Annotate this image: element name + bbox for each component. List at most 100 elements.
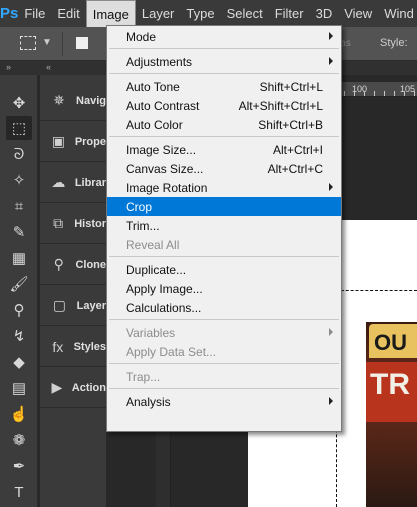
menu-item-label: Image Rotation bbox=[126, 180, 208, 195]
menu-item-label: Mode bbox=[126, 29, 157, 44]
submenu-arrow-icon bbox=[329, 32, 333, 40]
menu-3d[interactable]: 3D bbox=[310, 0, 339, 27]
menu-item-reveal-all: Reveal All bbox=[107, 235, 341, 254]
eraser-tool-icon[interactable]: ◆ bbox=[6, 350, 32, 374]
dock-clone-source[interactable]: ⚲ Clone bbox=[40, 245, 106, 285]
rectangular-marquee-tool-icon[interactable]: ⬚ bbox=[6, 116, 32, 140]
menu-edit[interactable]: Edit bbox=[51, 0, 85, 27]
menu-item-calculations[interactable]: Calculations... bbox=[107, 298, 341, 317]
actions-icon: ▶ bbox=[51, 379, 63, 395]
expand-toolbar-icon[interactable]: » bbox=[6, 62, 11, 72]
expand-dock-icon[interactable]: « bbox=[46, 62, 51, 72]
menu-separator bbox=[109, 136, 339, 137]
canvas-photo: OU TR bbox=[366, 322, 417, 507]
crop-tool-icon[interactable]: ⌗ bbox=[6, 194, 32, 218]
clone-stamp-tool-icon[interactable]: ⚲ bbox=[6, 298, 32, 322]
menu-separator bbox=[109, 388, 339, 389]
brush-tool-icon[interactable]: 🖌 bbox=[6, 272, 32, 296]
ruler-label: 105 bbox=[400, 84, 416, 94]
menu-layer[interactable]: Layer bbox=[136, 0, 181, 27]
menu-item-auto-color[interactable]: Auto Color Shift+Ctrl+B bbox=[107, 115, 341, 134]
dock-properties[interactable]: ▣ Prope bbox=[40, 122, 106, 162]
healing-brush-tool-icon[interactable]: ▦ bbox=[6, 246, 32, 270]
menu-item-trim[interactable]: Trim... bbox=[107, 216, 341, 235]
menu-item-auto-contrast[interactable]: Auto Contrast Alt+Shift+Ctrl+L bbox=[107, 96, 341, 115]
dock-label: Action bbox=[71, 381, 106, 394]
menu-item-shortcut: Alt+Ctrl+I bbox=[272, 142, 323, 157]
dock-styles[interactable]: fx Styles bbox=[40, 327, 106, 367]
styles-icon: fx bbox=[52, 338, 64, 355]
pen-tool-icon[interactable]: ✒ bbox=[6, 454, 32, 478]
menu-item-analysis[interactable]: Analysis bbox=[107, 392, 341, 411]
gradient-tool-icon[interactable]: ▤ bbox=[6, 376, 32, 400]
menu-item-shortcut: Shift+Ctrl+L bbox=[259, 79, 323, 94]
eyedropper-tool-icon[interactable]: ✎ bbox=[6, 220, 32, 244]
tools-panel: ✥ ⬚ ᘐ ✧ ⌗ ✎ ▦ 🖌 ⚲ ↯ ◆ ▤ ☝ ❁ ✒ T bbox=[0, 75, 38, 507]
menu-item-image-rotation[interactable]: Image Rotation bbox=[107, 178, 341, 197]
dock-history[interactable]: ⧉ Histor bbox=[40, 204, 106, 244]
submenu-arrow-icon bbox=[329, 328, 333, 336]
new-selection-icon[interactable] bbox=[76, 37, 88, 49]
smudge-tool-icon[interactable]: ☝ bbox=[6, 402, 32, 426]
menu-select[interactable]: Select bbox=[221, 0, 269, 27]
type-tool-icon[interactable]: T bbox=[6, 480, 32, 504]
menu-item-adjustments[interactable]: Adjustments bbox=[107, 52, 341, 71]
submenu-arrow-icon bbox=[329, 397, 333, 405]
menu-bar-items: File Edit Image Layer Type Select Filter 3D View… bbox=[18, 0, 417, 27]
dock-actions[interactable]: ▶ Action bbox=[40, 368, 106, 408]
ruler-tick bbox=[394, 91, 395, 96]
panel-dock: ✵ Navig ▣ Prope ☁ Librar ⧉ Histor ⚲ Clone ▢ Layer fx… bbox=[40, 75, 106, 507]
ruler-tick bbox=[404, 91, 405, 96]
menu-item-label: Apply Image... bbox=[126, 281, 203, 296]
menu-item-shortcut: Alt+Shift+Ctrl+L bbox=[238, 98, 323, 113]
ruler-tick bbox=[364, 91, 365, 96]
menu-item-label: Reveal All bbox=[126, 237, 180, 252]
selection-marquee-edge bbox=[336, 290, 417, 291]
image-menu-dropdown: Mode Adjustments Auto Tone Shift+Ctrl+L Auto… bbox=[106, 25, 342, 432]
menu-item-auto-tone[interactable]: Auto Tone Shift+Ctrl+L bbox=[107, 77, 341, 96]
menu-item-canvas-size[interactable]: Canvas Size... Alt+Ctrl+C bbox=[107, 159, 341, 178]
menu-item-label: Analysis bbox=[126, 394, 171, 409]
menu-file[interactable]: File bbox=[18, 0, 51, 27]
marquee-preset-icon[interactable] bbox=[20, 36, 36, 50]
menu-item-apply-data-set: Apply Data Set... bbox=[107, 342, 341, 361]
dock-layer-comps[interactable]: ▢ Layer bbox=[40, 286, 106, 326]
menu-item-shortcut: Shift+Ctrl+B bbox=[258, 117, 323, 132]
menu-item-apply-image[interactable]: Apply Image... bbox=[107, 279, 341, 298]
menu-image[interactable]: Image bbox=[85, 0, 136, 27]
submenu-arrow-icon bbox=[329, 57, 333, 65]
dock-navigator[interactable]: ✵ Navig bbox=[40, 81, 106, 121]
move-tool-icon[interactable]: ✥ bbox=[6, 91, 32, 115]
menu-item-duplicate[interactable]: Duplicate... bbox=[107, 260, 341, 279]
menu-separator bbox=[109, 48, 339, 49]
menu-item-label: Trim... bbox=[126, 218, 160, 233]
menu-item-label: Auto Color bbox=[126, 117, 183, 132]
sponge-tool-icon[interactable]: ❁ bbox=[6, 428, 32, 452]
menu-item-crop[interactable]: Crop bbox=[107, 197, 341, 216]
menu-item-label: Variables bbox=[126, 325, 176, 340]
menu-item-shortcut: Alt+Ctrl+C bbox=[267, 161, 323, 176]
dock-label: Histor bbox=[74, 217, 106, 230]
menu-view[interactable]: View bbox=[338, 0, 378, 27]
navigator-icon: ✵ bbox=[53, 92, 65, 108]
menu-item-image-size[interactable]: Image Size... Alt+Ctrl+I bbox=[107, 140, 341, 159]
menu-separator bbox=[109, 363, 339, 364]
menu-item-label: Image Size... bbox=[126, 142, 197, 157]
menu-filter[interactable]: Filter bbox=[269, 0, 310, 27]
menu-separator bbox=[109, 256, 339, 257]
menu-wind[interactable]: Wind bbox=[378, 0, 417, 27]
history-brush-tool-icon[interactable]: ↯ bbox=[6, 324, 32, 348]
photoshop-logo: Ps bbox=[0, 5, 19, 22]
menu-type[interactable]: Type bbox=[180, 0, 220, 27]
chevron-down-icon[interactable]: ▼ bbox=[42, 37, 52, 48]
menu-item-mode[interactable]: Mode bbox=[107, 27, 341, 46]
menu-separator bbox=[109, 73, 339, 74]
dock-libraries[interactable]: ☁ Librar bbox=[40, 163, 106, 203]
magic-wand-tool-icon[interactable]: ✧ bbox=[6, 168, 32, 192]
layer-comps-icon: ▢ bbox=[52, 297, 66, 313]
ruler-tick bbox=[344, 91, 345, 96]
submenu-arrow-icon bbox=[329, 183, 333, 191]
menu-item-label: Canvas Size... bbox=[126, 161, 204, 176]
menu-separator bbox=[109, 319, 339, 320]
lasso-tool-icon[interactable]: ᘐ bbox=[6, 142, 32, 166]
